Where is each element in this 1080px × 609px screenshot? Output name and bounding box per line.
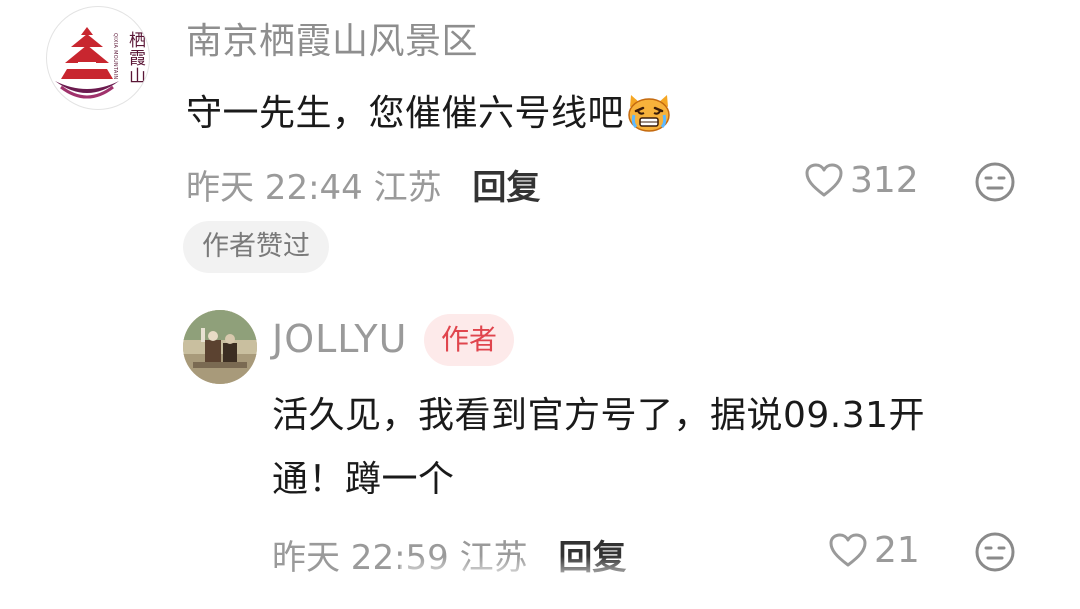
avatar-logo-subtext: QIXIA MOUNTAIN: [112, 33, 118, 80]
comment-meta: 昨天 22:44 江苏 回复: [186, 160, 540, 209]
heart-outline-icon: [828, 532, 868, 577]
reply-author[interactable]: JOLLYU: [272, 317, 407, 361]
like-count: 312: [850, 160, 919, 201]
reply-text: 活久见，我看到官方号了，据说09.31开 通！蹲一个: [272, 384, 1012, 512]
heart-outline-icon: [804, 162, 844, 207]
reply-text-line: 通！蹲一个: [272, 459, 455, 500]
comment-time: 昨天 22:44: [186, 168, 363, 208]
comment-text: 守一先生，您催催六号线吧: [186, 84, 672, 142]
avatar[interactable]: 栖霞山 QIXIA MOUNTAIN: [46, 6, 150, 110]
comment-location: 江苏: [373, 168, 442, 208]
watermark-fade-overlay: [400, 556, 660, 609]
like-count: 21: [874, 530, 920, 571]
dislike-button[interactable]: [974, 531, 1016, 577]
meh-face-icon: [975, 532, 1015, 572]
reply-text-line: 活久见，我看到官方号了，据说09.31开: [272, 395, 926, 436]
like-button[interactable]: 21: [828, 530, 920, 577]
crying-cat-emoji-icon: [626, 91, 672, 142]
comment-author[interactable]: 南京栖霞山风景区: [186, 12, 478, 64]
author-badge: 作者: [424, 314, 515, 366]
like-button[interactable]: 312: [804, 160, 919, 207]
avatar-logo-text: 栖霞山: [125, 31, 145, 85]
reply-button[interactable]: 回复: [472, 168, 540, 208]
reply-avatar[interactable]: [183, 310, 257, 384]
author-liked-badge: 作者赞过: [183, 221, 329, 273]
meh-face-icon: [975, 162, 1015, 202]
comment-text-content: 守一先生，您催催六号线吧: [186, 93, 625, 134]
dislike-button[interactable]: [974, 161, 1016, 207]
